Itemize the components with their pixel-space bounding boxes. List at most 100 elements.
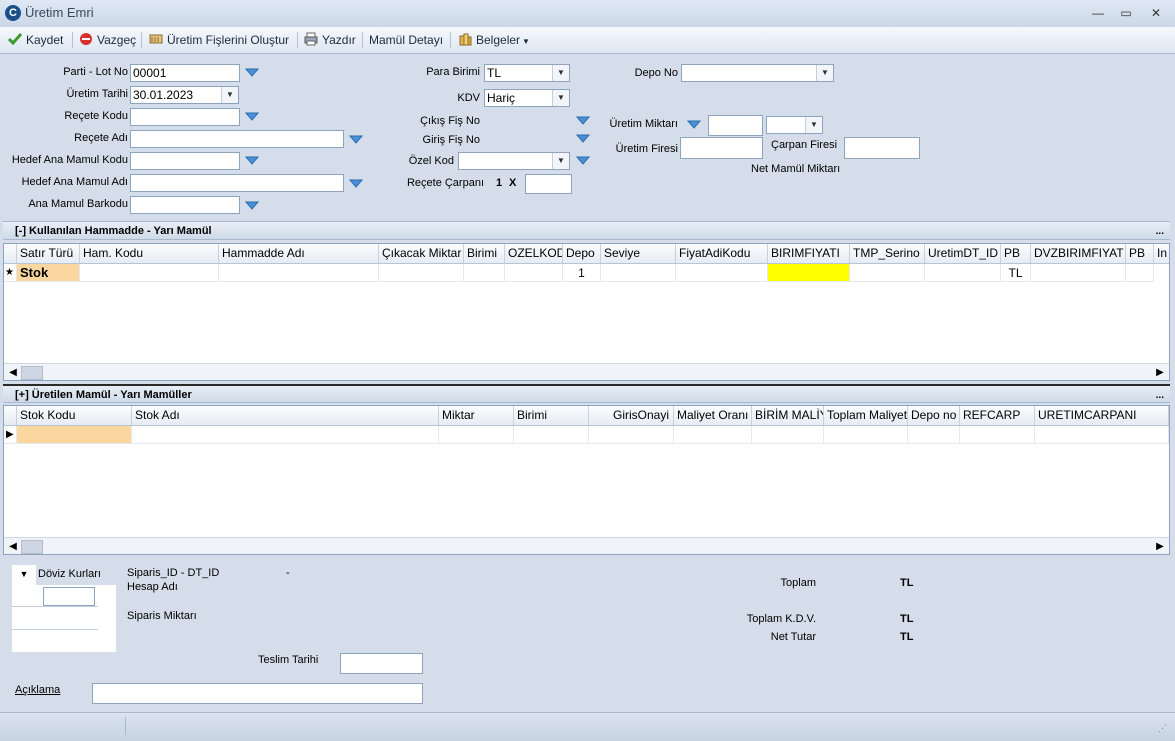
filter-icon[interactable] [245, 68, 259, 78]
current-row-marker[interactable]: ▶ [4, 426, 17, 444]
column-header[interactable]: OZELKOD [505, 244, 563, 263]
products-grid[interactable]: Stok Kodu Stok Adı Miktar Birimi GirisOn… [3, 405, 1170, 555]
horizontal-scrollbar[interactable]: ◀ ▶ [4, 537, 1169, 554]
grid-cell[interactable] [589, 426, 674, 444]
documents-dropdown[interactable]: Belgeler ▼ [458, 31, 530, 49]
grid-cell[interactable] [752, 426, 824, 444]
column-header[interactable]: Stok Adı [132, 406, 439, 425]
filter-icon[interactable] [576, 134, 590, 144]
print-button[interactable]: Yazdır [304, 31, 356, 49]
grid-cell[interactable] [925, 264, 1001, 282]
horizontal-scrollbar[interactable]: ◀ ▶ [4, 363, 1169, 380]
grid-cell[interactable] [132, 426, 439, 444]
grid-cell[interactable] [505, 264, 563, 282]
scroll-right-icon[interactable]: ▶ [1153, 538, 1167, 554]
delivery-date-input[interactable] [340, 653, 423, 674]
filter-icon[interactable] [349, 179, 363, 189]
grid-cell[interactable] [674, 426, 752, 444]
scroll-right-icon[interactable]: ▶ [1153, 364, 1167, 380]
create-slips-button[interactable]: Üretim Fişlerini Oluştur [149, 31, 289, 49]
minimize-button[interactable]: — [1085, 3, 1111, 23]
grid-cell[interactable] [1126, 264, 1154, 282]
unit-price-cell[interactable] [768, 264, 850, 282]
grid-cell[interactable] [676, 264, 768, 282]
new-row-marker[interactable]: ★ [4, 264, 17, 282]
grid-cell[interactable] [514, 426, 589, 444]
chevron-down-icon[interactable]: ▼ [552, 90, 569, 106]
chevron-down-icon[interactable]: ▼ [552, 153, 569, 169]
chevron-down-icon[interactable]: ▼ [816, 65, 833, 81]
exchange-rate-input[interactable] [43, 587, 95, 606]
save-button[interactable]: Kaydet [7, 31, 63, 49]
chevron-down-icon[interactable]: ▼ [12, 565, 36, 585]
recipe-name-input[interactable] [130, 130, 344, 148]
grid-cell[interactable] [219, 264, 379, 282]
production-qty-input[interactable] [708, 115, 763, 136]
grid-cell[interactable] [601, 264, 676, 282]
column-header[interactable]: Ham. Kodu [80, 244, 219, 263]
kdv-select[interactable]: Hariç ▼ [484, 89, 570, 107]
production-date-picker[interactable]: 30.01.2023 ▼ [130, 86, 239, 104]
column-header[interactable]: Depo no [908, 406, 960, 425]
production-unit-select[interactable]: ▼ [766, 116, 823, 134]
column-header[interactable]: PB [1126, 244, 1154, 263]
column-header[interactable]: DVZBIRIMFIYAT [1031, 244, 1126, 263]
currency-cell[interactable]: TL [1001, 264, 1031, 282]
row-type-cell[interactable]: Stok [17, 264, 80, 282]
column-header[interactable]: Seviye [601, 244, 676, 263]
grid-cell[interactable] [1035, 426, 1169, 444]
lot-no-input[interactable]: 00001 [130, 64, 240, 82]
target-name-input[interactable] [130, 174, 344, 192]
scroll-left-icon[interactable]: ◀ [6, 364, 20, 380]
scroll-thumb[interactable] [21, 540, 43, 554]
production-waste-input[interactable] [680, 137, 763, 159]
column-header[interactable]: In [1154, 244, 1169, 263]
recipe-multiplier-input[interactable] [525, 174, 572, 194]
column-header[interactable]: Hammadde Adı [219, 244, 379, 263]
raw-materials-section-header[interactable]: [-] Kullanılan Hammadde - Yarı Mamül ... [3, 221, 1170, 240]
column-header[interactable]: FiyatAdiKodu [676, 244, 768, 263]
recipe-code-input[interactable] [130, 108, 240, 126]
filter-icon[interactable] [245, 201, 259, 211]
column-header[interactable]: PB [1001, 244, 1031, 263]
column-header[interactable]: Birimi [514, 406, 589, 425]
column-header[interactable]: Birimi [464, 244, 505, 263]
depot-cell[interactable]: 1 [563, 264, 601, 282]
close-button[interactable]: ✕ [1143, 3, 1169, 23]
resize-grip-icon[interactable]: ⋰ [1158, 723, 1167, 734]
cancel-button[interactable]: Vazgeç [79, 31, 136, 49]
column-header[interactable]: UretimDT_ID [925, 244, 1001, 263]
filter-icon[interactable] [687, 120, 701, 130]
depot-select[interactable]: ▼ [681, 64, 834, 82]
filter-icon[interactable] [576, 156, 590, 166]
grid-cell[interactable] [850, 264, 925, 282]
chevron-down-icon[interactable]: ▼ [805, 117, 822, 133]
raw-materials-grid[interactable]: Satır Türü Ham. Kodu Hammadde Adı Çıkaca… [3, 243, 1170, 381]
scroll-thumb[interactable] [21, 366, 43, 380]
column-header[interactable]: Maliyet Oranı [674, 406, 752, 425]
column-header[interactable]: Miktar [439, 406, 514, 425]
more-icon[interactable]: ... [1156, 386, 1164, 405]
grid-cell[interactable] [464, 264, 505, 282]
grid-cell[interactable] [439, 426, 514, 444]
chevron-down-icon[interactable]: ▼ [221, 87, 238, 103]
more-icon[interactable]: ... [1156, 222, 1164, 241]
filter-icon[interactable] [245, 112, 259, 122]
grid-cell[interactable] [960, 426, 1035, 444]
column-header[interactable]: Depo [563, 244, 601, 263]
column-header[interactable]: Çıkacak Miktar [379, 244, 464, 263]
filter-icon[interactable] [349, 135, 363, 145]
column-header[interactable]: BIRIMFIYATI [768, 244, 850, 263]
grid-cell[interactable] [80, 264, 219, 282]
stock-code-cell[interactable] [17, 426, 132, 444]
chevron-down-icon[interactable]: ▼ [552, 65, 569, 81]
grid-cell[interactable] [379, 264, 464, 282]
filter-icon[interactable] [576, 116, 590, 126]
column-header[interactable]: URETIMCARPANI [1035, 406, 1169, 425]
currency-select[interactable]: TL ▼ [484, 64, 570, 82]
product-detail-button[interactable]: Mamül Detayı [369, 31, 443, 49]
description-input[interactable] [92, 683, 423, 704]
barcode-input[interactable] [130, 196, 240, 214]
column-header[interactable]: Toplam Maliyet [824, 406, 908, 425]
products-section-header[interactable]: [+] Üretilen Mamül - Yarı Mamüller ... [3, 384, 1170, 403]
